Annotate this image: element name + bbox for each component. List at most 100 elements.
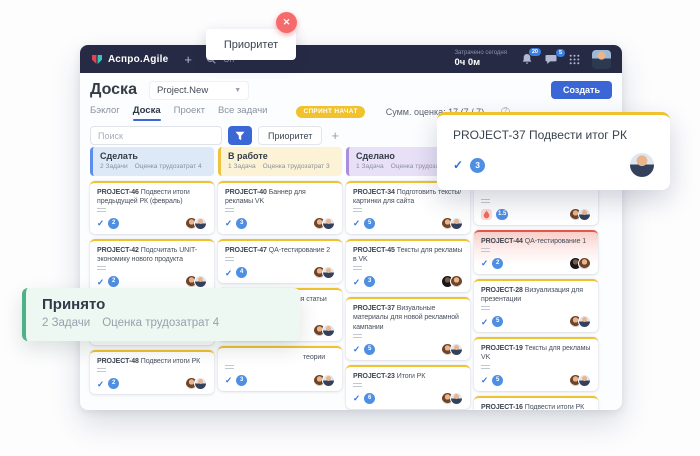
accepted-column-meta: 2 Задачи Оценка трудозатрат 4 [42, 317, 284, 329]
close-icon[interactable]: ✕ [276, 12, 297, 33]
user-avatar[interactable] [592, 50, 611, 69]
kanban-card[interactable]: PROJECT-37Визуальные материалы для новой… [346, 297, 470, 359]
card-text: Итоги РК [397, 373, 425, 380]
board-title-row: Доска Project.New ▼ Создать [90, 80, 612, 100]
column-cards: PROJECT-40Баннер для рекламы VK ✓ 3 PROJ… [218, 181, 342, 391]
priority-filter-chip[interactable]: Приоритет [258, 126, 322, 145]
tab-board[interactable]: Доска [133, 105, 161, 119]
avatar [194, 275, 207, 288]
card-code: PROJECT-48 [97, 358, 139, 365]
kanban-card[interactable]: PROJECT-45Тексты для рекламы в VK ✓ 3 [346, 239, 470, 292]
assignee-avatars [317, 266, 335, 279]
kanban-card[interactable]: PROJECT-28Визуализация для презентации ✓… [474, 279, 598, 332]
kanban-card[interactable]: теории ✓ 3 [218, 346, 342, 390]
estimate-badge: 3 [236, 375, 247, 386]
card-code: PROJECT-19 [481, 345, 523, 352]
check-icon: ✓ [353, 394, 360, 403]
project-select[interactable]: Project.New ▼ [149, 81, 249, 100]
kanban-card[interactable]: PROJECT-42Подсчитать UNIT-экономику ново… [90, 239, 214, 292]
description-icon [353, 208, 362, 213]
funnel-icon [235, 131, 245, 141]
add-icon[interactable]: + [184, 53, 192, 66]
estimate-badge: 1.5 [496, 209, 508, 220]
description-icon [481, 199, 490, 204]
card-title: PROJECT-48Подвести итоги РК [97, 357, 207, 366]
card-code: PROJECT-16 [481, 404, 523, 410]
tooltip-label: Приоритет [224, 39, 278, 51]
description-icon [481, 248, 490, 253]
accepted-column-title: Принято [42, 296, 284, 313]
filter-funnel-button[interactable] [228, 126, 252, 145]
card-code: PROJECT-47 [225, 247, 267, 254]
card-footer: ✓ 6 [353, 392, 463, 405]
kanban-card[interactable]: PROJECT-23Итоги РК ✓ 6 [346, 365, 470, 409]
description-icon [225, 365, 234, 370]
check-icon: ✓ [353, 219, 360, 228]
app-window: Аспро.Agile + Сп Затрачено сегодня 0ч 0м… [80, 45, 622, 410]
avatar [578, 315, 591, 328]
notifications-bell-icon[interactable]: 20 [521, 53, 533, 65]
description-icon [225, 208, 234, 213]
assignee-avatars [573, 315, 591, 328]
page-canvas: { "tooltip": { "label": "Приоритет", "cl… [0, 0, 700, 456]
zoomed-task-card[interactable]: PROJECT-37 Подвести итог РК ✓ 3 [437, 112, 670, 190]
card-footer: ✓ 5 [481, 315, 591, 328]
add-filter-button[interactable]: + [331, 128, 339, 143]
messages-icon[interactable]: 5 [545, 54, 557, 65]
kanban-card[interactable]: PROJECT-47QA-тестирование 2 ✓ 4 [218, 239, 342, 283]
tab-backlog[interactable]: Бэклог [90, 105, 120, 119]
kanban-card[interactable]: PROJECT-40Баннер для рекламы VK ✓ 3 [218, 181, 342, 234]
time-tracker: Затрачено сегодня 0ч 0м [454, 50, 507, 69]
estimate-badge: 5 [364, 344, 375, 355]
card-footer: ✓ 5 [481, 374, 591, 387]
column-meta: 2 Задачи Оценка трудозатрат 4 [100, 163, 207, 170]
avatar [322, 266, 335, 279]
check-icon: ✓ [97, 278, 104, 287]
kanban-card[interactable]: PROJECT-16Подвести итоги РК ✓ [474, 396, 598, 410]
app-name: Аспро.Agile [108, 54, 168, 65]
check-icon: ✓ [225, 269, 232, 278]
card-title: PROJECT-42Подсчитать UNIT-экономику ново… [97, 246, 207, 264]
check-icon: ✓ [453, 158, 463, 172]
create-button[interactable]: Создать [551, 81, 612, 99]
avatar [322, 217, 335, 230]
estimate-badge: 2 [108, 218, 119, 229]
card-code: PROJECT-40 [225, 189, 267, 196]
check-icon: ✓ [353, 278, 360, 287]
time-spent-label: Затрачено сегодня [454, 50, 507, 57]
column-header: В работе 1 Задача Оценка трудозатрат 3 [218, 147, 342, 176]
card-code: PROJECT-45 [353, 247, 395, 254]
description-icon [97, 208, 106, 213]
chevron-down-icon: ▼ [234, 87, 241, 94]
card-title: PROJECT-19Тексты для рекламы VK [481, 344, 591, 362]
apps-grid-icon[interactable] [569, 54, 580, 65]
column-title: Сделать [100, 151, 207, 161]
card-text: теории [303, 354, 325, 361]
kanban-card[interactable]: PROJECT-19Тексты для рекламы VK ✓ 5 [474, 337, 598, 390]
card-code: PROJECT-37 [353, 305, 395, 312]
search-input[interactable] [90, 126, 222, 145]
card-text: Подвести итоги РК [141, 358, 200, 365]
card-footer: ✓ 3 [225, 217, 335, 230]
card-title: PROJECT-47QA-тестирование 2 [225, 246, 335, 255]
estimate-badge: 5 [492, 316, 503, 327]
tab-all-tasks[interactable]: Все задачи [218, 105, 268, 119]
kanban-card[interactable]: PROJECT-44QA-тестирование 1 ✓ 2 [474, 230, 598, 274]
kanban-card[interactable]: PROJECT-46Подвести итоги предыдущей РК (… [90, 181, 214, 234]
card-footer: ✓ 2 [97, 377, 207, 390]
avatar [450, 275, 463, 288]
assignee-avatars [317, 217, 335, 230]
card-footer: ✓ 2 [97, 275, 207, 288]
assignee-avatars [189, 217, 207, 230]
card-title: PROJECT-37Визуальные материалы для новой… [353, 304, 463, 331]
check-icon: ✓ [481, 376, 488, 385]
accepted-column-overlay: Принято 2 Задачи Оценка трудозатрат 4 [22, 288, 300, 341]
kanban-card[interactable]: PROJECT-48Подвести итоги РК ✓ 2 [90, 350, 214, 394]
card-title: PROJECT-16Подвести итоги РК [481, 403, 591, 410]
description-icon [353, 383, 362, 388]
tab-project[interactable]: Проект [174, 105, 205, 119]
card-title: PROJECT-40Баннер для рекламы VK [225, 188, 335, 206]
estimate-badge: 3 [470, 158, 485, 173]
card-code: PROJECT-23 [353, 373, 395, 380]
assignee-avatars [573, 257, 591, 270]
